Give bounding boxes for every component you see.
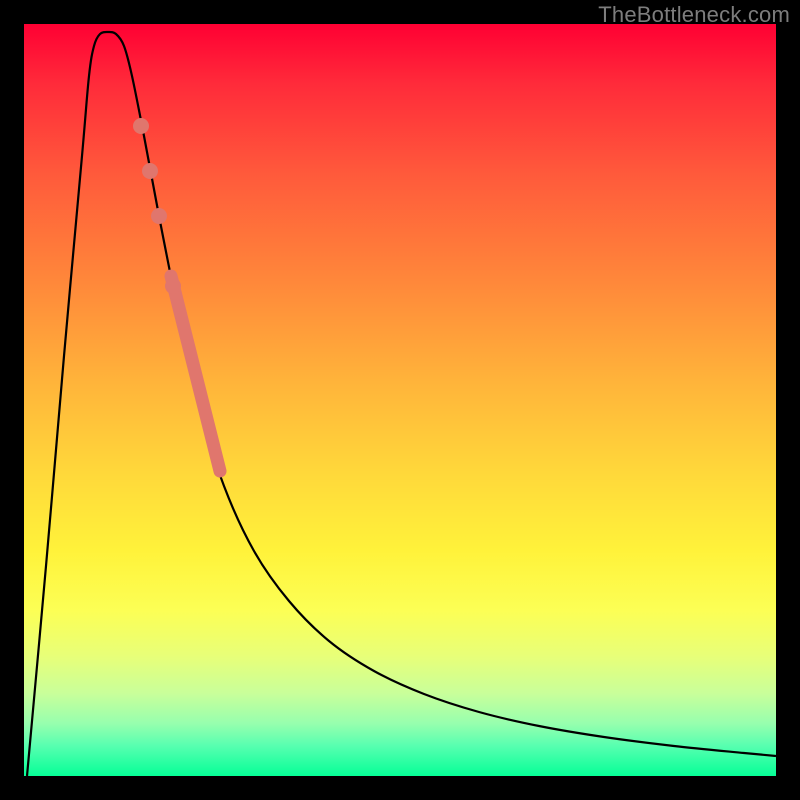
marker-a	[165, 278, 181, 294]
chart-svg	[24, 24, 776, 776]
marker-b	[151, 208, 167, 224]
highlight-segment-path	[171, 276, 220, 471]
chart-frame: TheBottleneck.com	[0, 0, 800, 800]
main-curve	[27, 32, 776, 776]
watermark-text: TheBottleneck.com	[598, 2, 790, 28]
highlight-layer	[171, 276, 220, 471]
bottleneck-curve-path	[27, 32, 776, 776]
marker-c	[142, 163, 158, 179]
marker-d	[133, 118, 149, 134]
plot-area	[24, 24, 776, 776]
